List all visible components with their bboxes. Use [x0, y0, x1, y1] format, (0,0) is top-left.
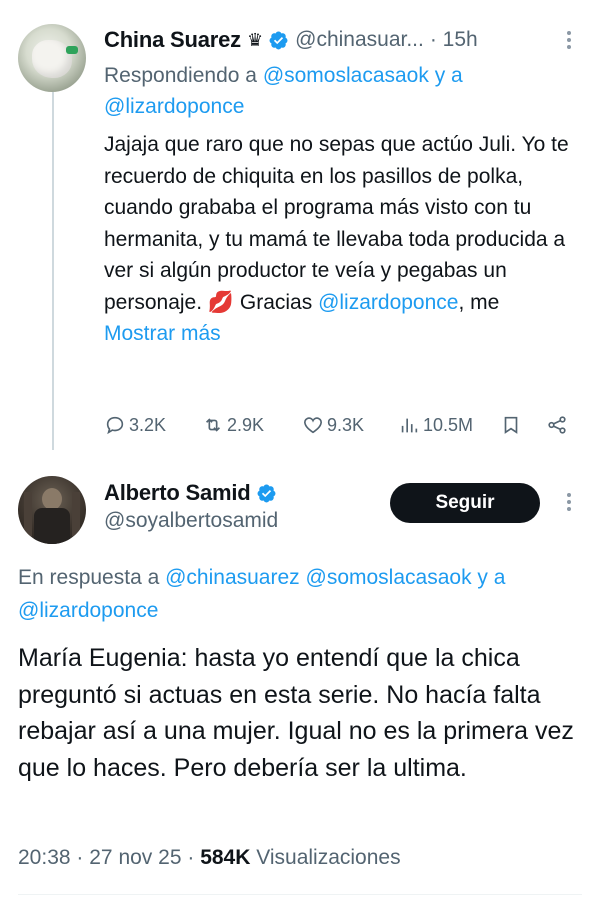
mention-link[interactable]: @lizardoponce — [18, 599, 158, 622]
replying-to: En respuesta a @chinasuarez @somoslacasa… — [18, 561, 598, 627]
avatar[interactable] — [18, 476, 86, 544]
replying-to-label: Respondiendo a — [104, 64, 257, 87]
tweet-date[interactable]: 27 nov 25 — [89, 846, 181, 869]
author-name[interactable]: China Suarez — [104, 27, 241, 53]
divider — [18, 894, 582, 895]
tweet-text-part: Jajaja que raro que no sepas que actúo J… — [104, 133, 569, 314]
views-count: 10.5M — [423, 414, 474, 435]
retweet-icon — [205, 418, 221, 432]
author-handle[interactable]: @chinasuar... — [295, 28, 424, 52]
avatar[interactable] — [18, 24, 86, 92]
reply-tweet[interactable]: China Suarez ♛ @chinasuar... · 15h Respo… — [0, 0, 598, 462]
heart-icon — [304, 417, 322, 434]
tweet-text-part: , me — [458, 290, 500, 314]
tweet-actions: 3.2K 2.9K 9.3K 10.5M — [104, 408, 584, 442]
more-options-icon[interactable] — [559, 28, 579, 52]
retweet-button[interactable]: 2.9K — [202, 408, 264, 442]
crown-icon: ♛ — [246, 29, 264, 50]
views-button[interactable]: 10.5M — [398, 408, 473, 442]
mention-link[interactable]: @lizardoponce — [104, 95, 244, 118]
share-icon — [548, 416, 566, 434]
tweet-text: Jajaja que raro que no sepas que actúo J… — [104, 129, 584, 350]
mention-link[interactable]: @somoslacasaok — [306, 566, 472, 589]
replying-to-label: En respuesta a — [18, 566, 160, 589]
verified-badge-icon — [269, 31, 288, 49]
mention-link[interactable]: @chinasuarez — [165, 566, 300, 589]
views-label: Visualizaciones — [256, 846, 401, 869]
like-button[interactable]: 9.3K — [302, 408, 364, 442]
replying-to-and: y a — [477, 566, 506, 589]
views-count: 584K — [200, 846, 251, 869]
author-handle[interactable]: @soyalbertosamid — [104, 509, 278, 533]
separator-dot: · — [76, 846, 84, 869]
separator-dot: · — [187, 846, 195, 869]
mention-link[interactable]: @lizardoponce — [318, 291, 458, 314]
author-name[interactable]: Alberto Samid — [104, 480, 251, 506]
like-count: 9.3K — [327, 414, 365, 435]
share-button[interactable] — [546, 408, 571, 442]
tweet-time[interactable]: · 15h — [430, 28, 478, 52]
bookmark-button[interactable] — [500, 408, 525, 442]
more-options-icon[interactable] — [559, 490, 579, 514]
bookmark-icon — [504, 416, 518, 434]
replying-to: Respondiendo a @somoslacasaok y a @lizar… — [104, 60, 574, 122]
reply-icon — [106, 416, 124, 435]
views-icon — [401, 418, 418, 433]
tweet-text: María Eugenia: hasta yo entendí que la c… — [18, 644, 574, 782]
replying-to-and: y a — [434, 64, 463, 87]
show-more-link[interactable]: Mostrar más — [104, 322, 221, 345]
follow-button[interactable]: Seguir — [390, 483, 540, 523]
verified-badge-icon — [257, 484, 276, 502]
tweet-header: Alberto Samid — [104, 478, 277, 508]
tweet-metadata: 20:38 · 27 nov 25 · 584K Visualizaciones — [18, 846, 401, 870]
reply-count: 3.2K — [129, 414, 167, 435]
tweet-time[interactable]: 20:38 — [18, 846, 71, 869]
mention-link[interactable]: @somoslacasaok — [263, 64, 429, 87]
tweet-header: China Suarez ♛ @chinasuar... · 15h — [104, 25, 478, 55]
retweet-count: 2.9K — [227, 414, 265, 435]
reply-button[interactable]: 3.2K — [104, 408, 166, 442]
